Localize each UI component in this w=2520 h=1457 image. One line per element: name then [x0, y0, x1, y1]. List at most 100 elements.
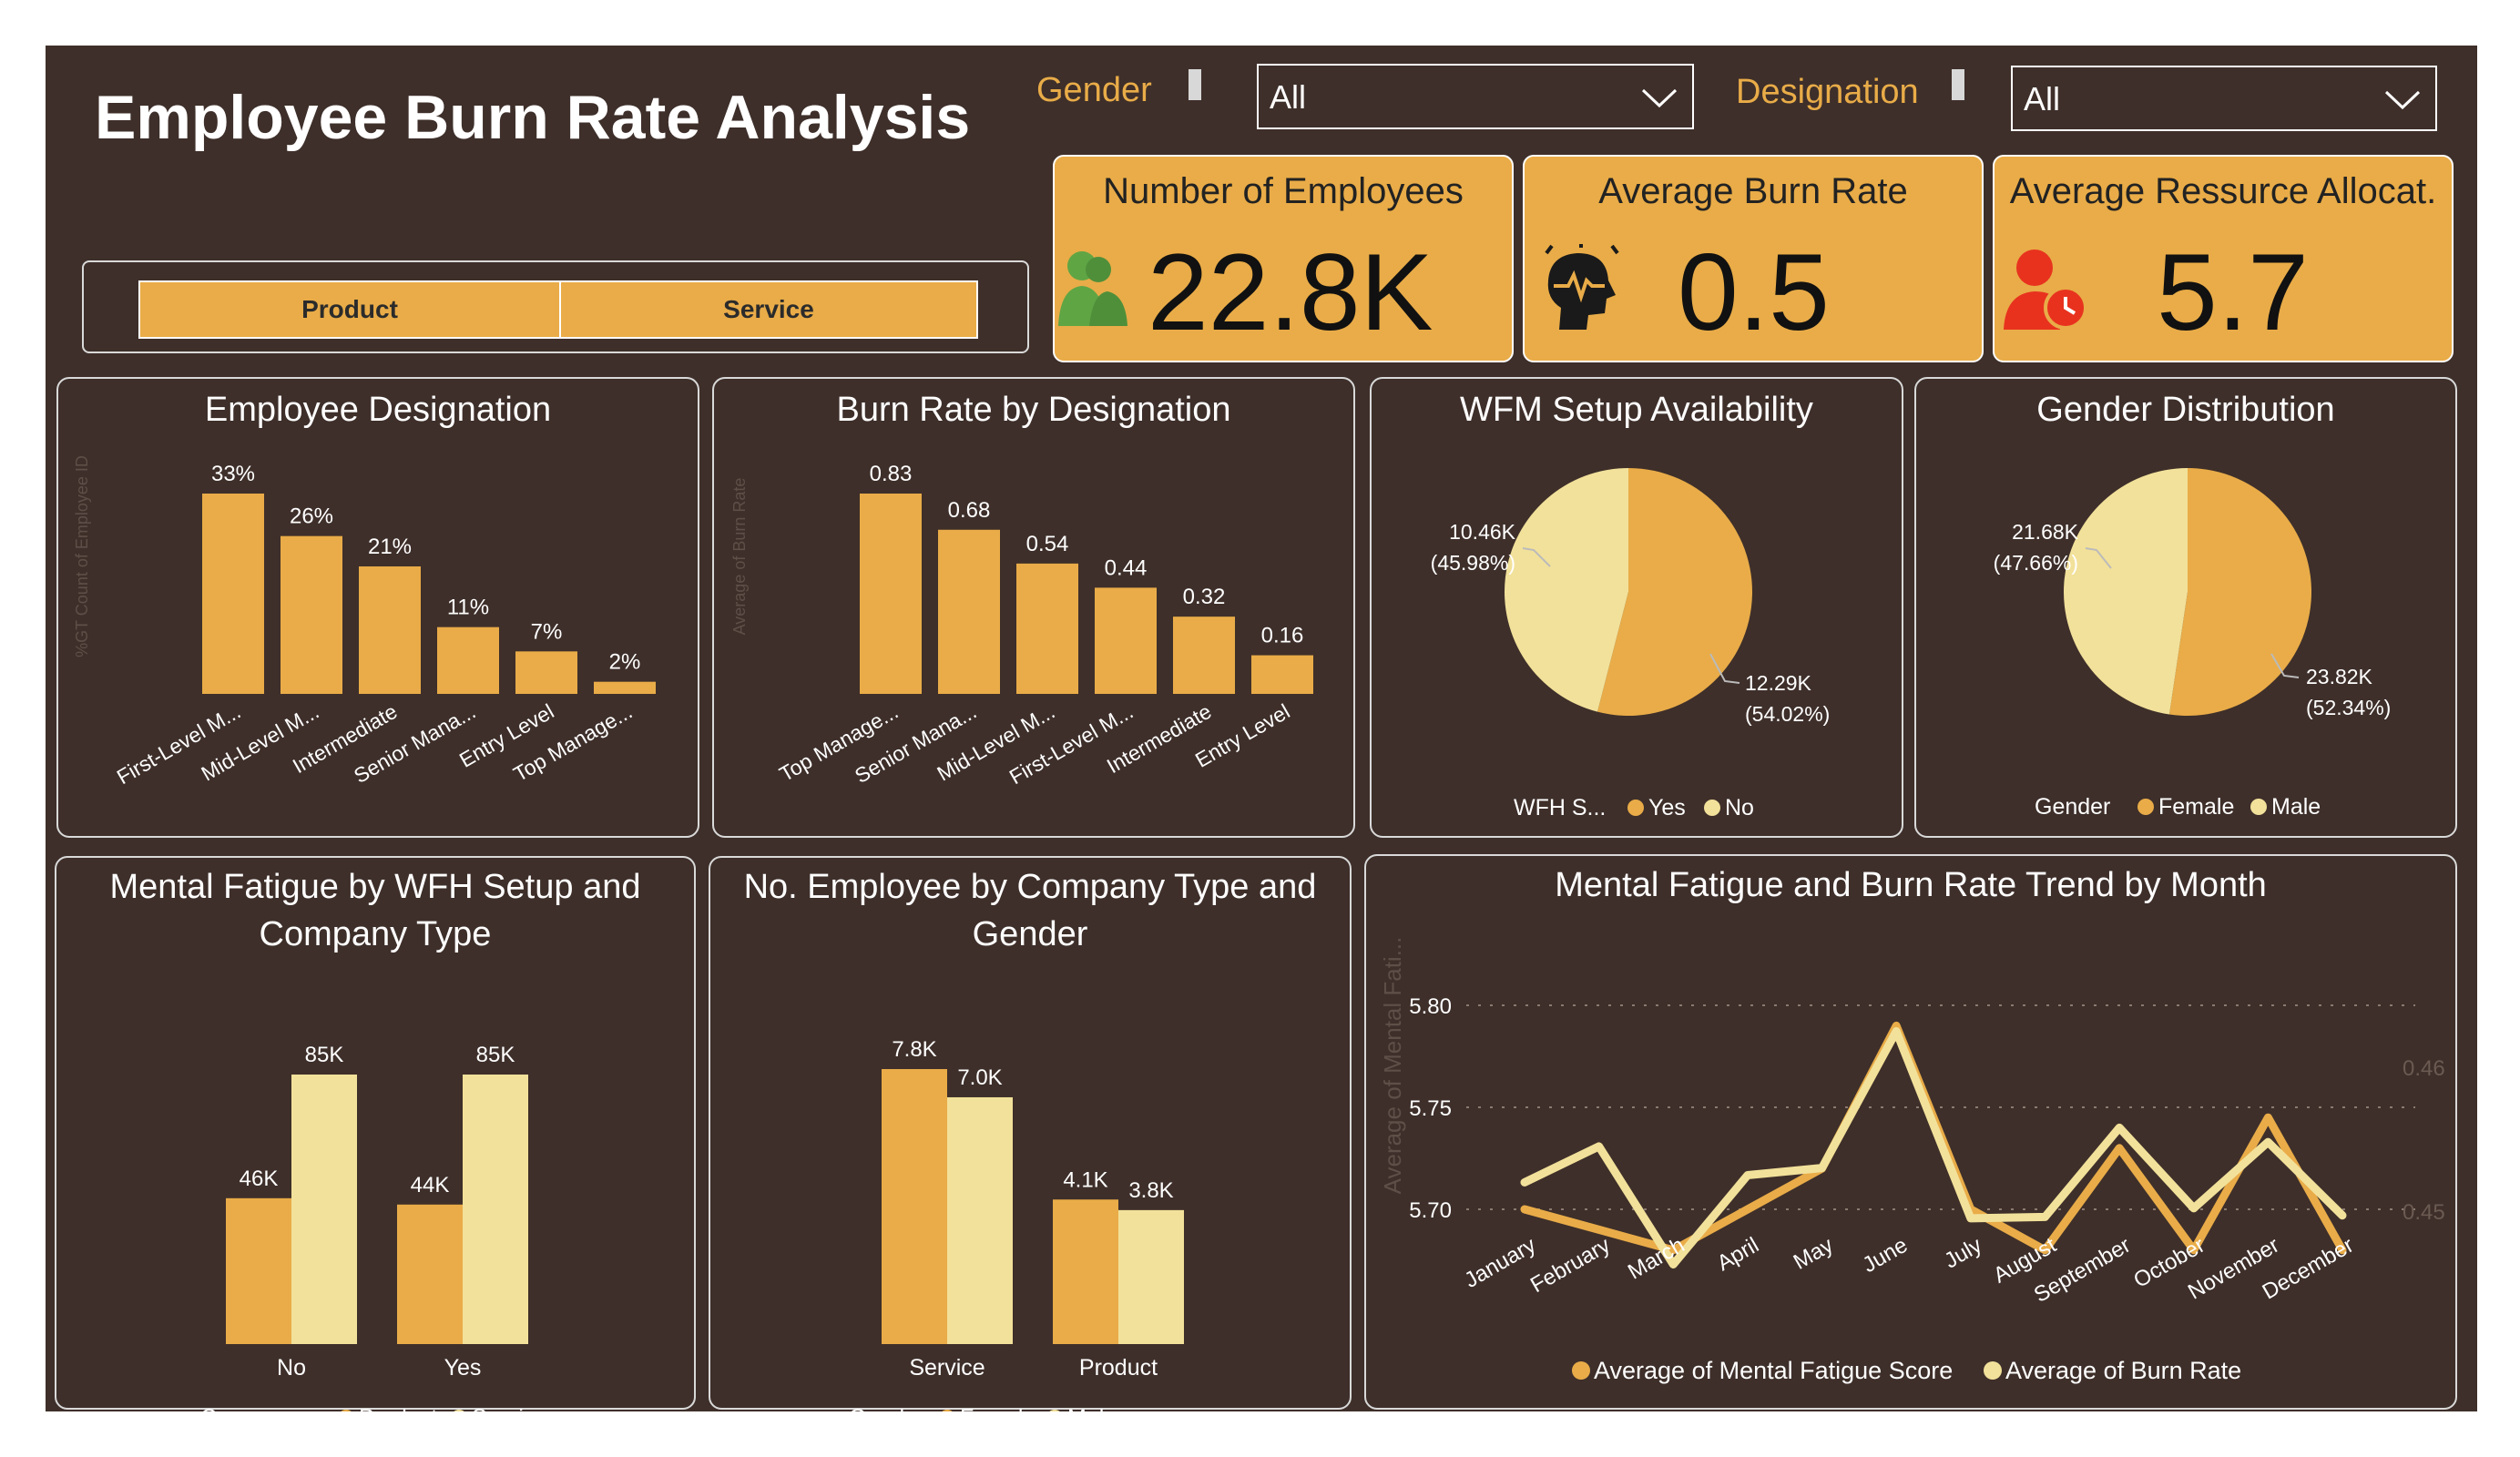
y-tick-label-right: 0.46 — [2403, 1056, 2445, 1081]
legend-marker — [1627, 800, 1644, 816]
x-tick-label: July — [1940, 1233, 1985, 1274]
panel-mental-fatigue-wfh: Mental Fatigue by WFH Setup and Company … — [55, 856, 696, 1411]
legend-marker — [1984, 1361, 2002, 1380]
data-label: 85K — [305, 1043, 344, 1067]
designation-dropdown-value: All — [2024, 80, 2061, 117]
bar — [938, 529, 1000, 694]
bar — [1251, 655, 1313, 694]
page-title: Employee Burn Rate Analysis — [95, 83, 971, 152]
legend-label: Average of Burn Rate — [2005, 1357, 2241, 1384]
bar — [291, 1075, 357, 1344]
y-tick-label: 5.70 — [1409, 1198, 1452, 1223]
data-label: 23.82K — [2306, 665, 2373, 688]
data-label: 33% — [211, 462, 255, 486]
gender-dropdown[interactable]: All — [1257, 64, 1694, 129]
pie-slice — [2063, 468, 2188, 715]
bar — [437, 627, 499, 694]
legend-marker — [454, 1410, 464, 1411]
chart-employees-company-gender: 7.8K 7.0K Service 4.1K 3.8K Product Gender Fema… — [849, 1037, 1184, 1411]
legend-marker — [2250, 799, 2267, 815]
chart-mental-fatigue-wfh: 46K 85K No 44K 85K Yes Company ... Product Servi… — [200, 1043, 547, 1411]
y-tick-label: 5.75 — [1409, 1096, 1452, 1121]
panel-gender-distribution: Gender Distribution 23.82K (52.34%) 21.68K… — [1914, 377, 2457, 838]
chevron-down-icon — [1641, 88, 1678, 108]
data-label: 46K — [240, 1167, 279, 1191]
legend-marker — [2137, 799, 2154, 815]
designation-dropdown[interactable]: All — [2011, 66, 2437, 131]
bar — [463, 1075, 528, 1344]
data-label-percent: (45.98%) — [1431, 551, 1515, 575]
slicer-button-product[interactable]: Product — [138, 280, 561, 339]
legend-marker — [1572, 1361, 1590, 1380]
y-tick-label-right: 0.45 — [2403, 1200, 2445, 1225]
legend-label: No — [1725, 795, 1754, 820]
kpi-value: 22.8K — [1148, 231, 1433, 353]
data-label: 26% — [290, 504, 333, 529]
bar — [359, 566, 421, 694]
designation-filter-marker — [1952, 69, 1964, 100]
data-label: 0.54 — [1026, 532, 1069, 556]
pie-slice — [2168, 468, 2311, 716]
data-label: 21% — [368, 535, 412, 559]
bar — [594, 681, 656, 694]
gender-dropdown-value: All — [1270, 78, 1307, 116]
data-label: 0.16 — [1261, 624, 1304, 648]
y-tick-label: 5.80 — [1409, 994, 1452, 1019]
chevron-down-icon — [2384, 90, 2421, 110]
bar — [281, 535, 342, 694]
data-label: 7.8K — [892, 1037, 936, 1062]
legend-label: Product — [359, 1405, 437, 1411]
kpi-card-employees: Number of Employees 22.8K — [1053, 155, 1514, 362]
data-label: 0.44 — [1105, 555, 1148, 580]
kpi-card-resource-allocation: Average Ressurce Allocat. 5.7 — [1993, 155, 2454, 362]
bar — [1053, 1199, 1118, 1344]
legend-marker — [1049, 1410, 1060, 1411]
data-label: 0.68 — [948, 498, 991, 523]
gender-filter-label: Gender — [1036, 71, 1152, 109]
data-label-percent: (52.34%) — [2306, 696, 2391, 719]
bar — [860, 494, 922, 694]
legend-marker — [1704, 800, 1720, 816]
data-label: 12.29K — [1745, 671, 1812, 695]
panel-burn-rate-designation: Burn Rate by Designation Average of Burn… — [712, 377, 1355, 838]
data-label-percent: (47.66%) — [1994, 551, 2078, 575]
y-axis-label: Average of Mental Fati... — [1379, 937, 1406, 1195]
legend-title: Company ... — [200, 1405, 323, 1411]
slicer-button-service[interactable]: Service — [559, 280, 978, 339]
data-label: 0.32 — [1183, 585, 1226, 609]
x-tick-label: Yes — [444, 1355, 482, 1381]
data-label: 4.1K — [1063, 1167, 1107, 1192]
data-label-percent: (54.02%) — [1745, 702, 1830, 726]
legend-label: Yes — [1648, 795, 1686, 820]
bar — [1173, 616, 1235, 694]
data-label: 2% — [609, 650, 641, 675]
chart-wfm-setup: 12.29K (54.02%) 10.46K (45.98%) WFH S... Yes N… — [1431, 468, 1830, 820]
data-label: 3.8K — [1128, 1178, 1173, 1203]
legend-label: Service — [472, 1405, 547, 1411]
bar — [1095, 587, 1157, 694]
data-label: 0.83 — [870, 462, 913, 486]
kpi-title: Average Ressurce Allocat. — [2009, 171, 2437, 211]
bar — [1118, 1209, 1184, 1344]
bar — [226, 1197, 291, 1344]
chart-trend-by-month: Average of Mental Fati... 5.80 5.75 5.70 0.… — [1379, 937, 2445, 1384]
legend-title: Gender — [2035, 794, 2110, 820]
legend-marker — [942, 1410, 953, 1411]
legend-title: Gender — [849, 1405, 924, 1411]
panel-wfm-setup: WFM Setup Availability 12.29K (54.02%) 10.… — [1370, 377, 1903, 838]
data-label: 11% — [447, 596, 489, 620]
x-tick-label: April — [1713, 1233, 1763, 1276]
legend-label: Average of Mental Fatigue Score — [1594, 1357, 1953, 1384]
kpi-value: 5.7 — [2157, 231, 2309, 353]
data-label: 7% — [531, 619, 563, 644]
bar — [202, 494, 264, 694]
bar — [515, 651, 577, 694]
people-icon — [1058, 251, 1127, 326]
kpi-title: Number of Employees — [1103, 171, 1464, 211]
user-clock-icon — [2004, 250, 2087, 330]
gender-filter-marker — [1189, 69, 1201, 100]
panel-employee-designation: Employee Designation %GT Count of Employ… — [56, 377, 699, 838]
chart-employee-designation: %GT Count of Employee ID 33%First-Level … — [73, 455, 656, 789]
legend-label: Female — [2158, 794, 2234, 820]
x-tick-label: No — [277, 1355, 306, 1381]
